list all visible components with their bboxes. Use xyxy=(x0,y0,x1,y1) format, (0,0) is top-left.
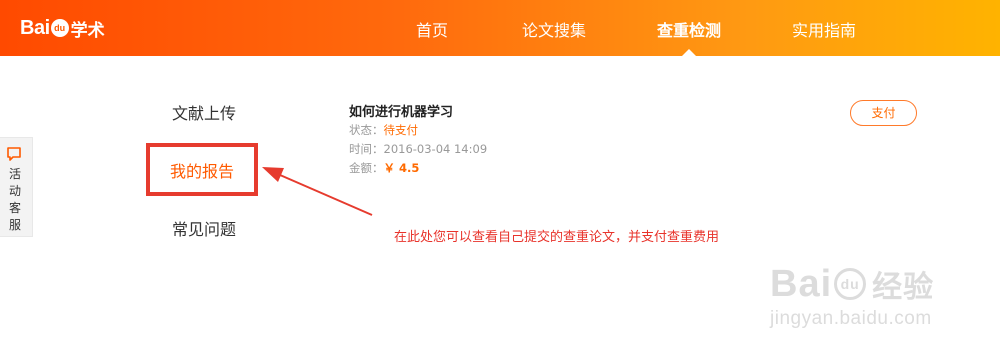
watermark-jingyan: 经验 xyxy=(872,270,935,305)
annotation-text: 在此处您可以查看自己提交的查重论文，并支付查重费用 xyxy=(394,230,720,245)
watermark-logo: Bai du 经验 xyxy=(770,262,934,306)
watermark-bai: Bai xyxy=(770,262,833,305)
watermark-url: jingyan.baidu.com xyxy=(770,308,932,329)
watermark-du-badge: du xyxy=(834,268,867,300)
baidu-jingyan-watermark: Bai du 经验 jingyan.baidu.com xyxy=(770,262,934,330)
